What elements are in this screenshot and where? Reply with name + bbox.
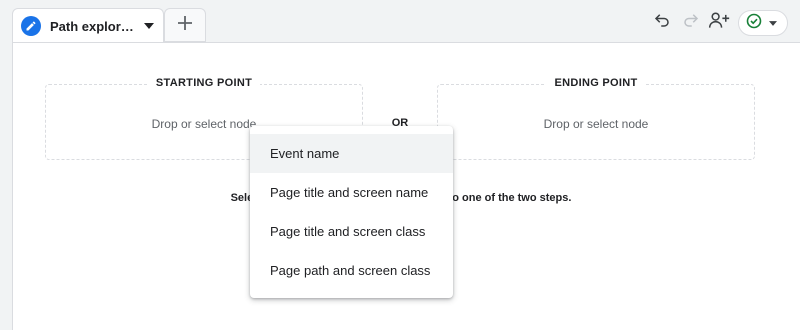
tab-path-exploration[interactable]: Path exploration	[12, 8, 164, 43]
redo-button[interactable]	[679, 10, 703, 34]
menu-item-event-name[interactable]: Event name	[250, 134, 453, 173]
redo-icon	[682, 11, 700, 34]
tab-label: Path exploration	[50, 18, 134, 34]
pencil-edit-icon[interactable]	[21, 16, 41, 36]
check-circle-icon	[746, 13, 762, 34]
plus-icon	[177, 15, 193, 36]
caret-down-icon	[769, 20, 777, 26]
add-tab-button[interactable]	[164, 8, 206, 42]
menu-item-label: Page path and screen class	[270, 263, 431, 278]
undo-button[interactable]	[650, 10, 674, 34]
ending-point-placeholder[interactable]: Drop or select node	[438, 117, 754, 131]
menu-item-page-path-screen-class[interactable]: Page path and screen class	[250, 251, 453, 290]
menu-item-page-title-screen-name[interactable]: Page title and screen name	[250, 173, 453, 212]
menu-item-label: Event name	[270, 146, 340, 161]
starting-point-title: STARTING POINT	[46, 77, 362, 89]
menu-item-label: Page title and screen name	[270, 185, 429, 200]
menu-item-page-title-screen-class[interactable]: Page title and screen class	[250, 212, 453, 251]
ending-point-dropzone[interactable]: ENDING POINT Drop or select node	[437, 77, 755, 160]
undo-icon	[653, 11, 671, 34]
menu-item-label: Page title and screen class	[270, 224, 426, 239]
share-button[interactable]	[707, 10, 731, 34]
path-exploration-screen: Path exploration	[0, 0, 800, 330]
share-user-icon	[708, 11, 730, 34]
node-type-menu: Event name Page title and screen name Pa…	[250, 126, 453, 298]
caret-down-icon[interactable]	[144, 23, 154, 29]
ending-point-title: ENDING POINT	[438, 77, 754, 89]
status-dropdown[interactable]	[738, 10, 788, 36]
